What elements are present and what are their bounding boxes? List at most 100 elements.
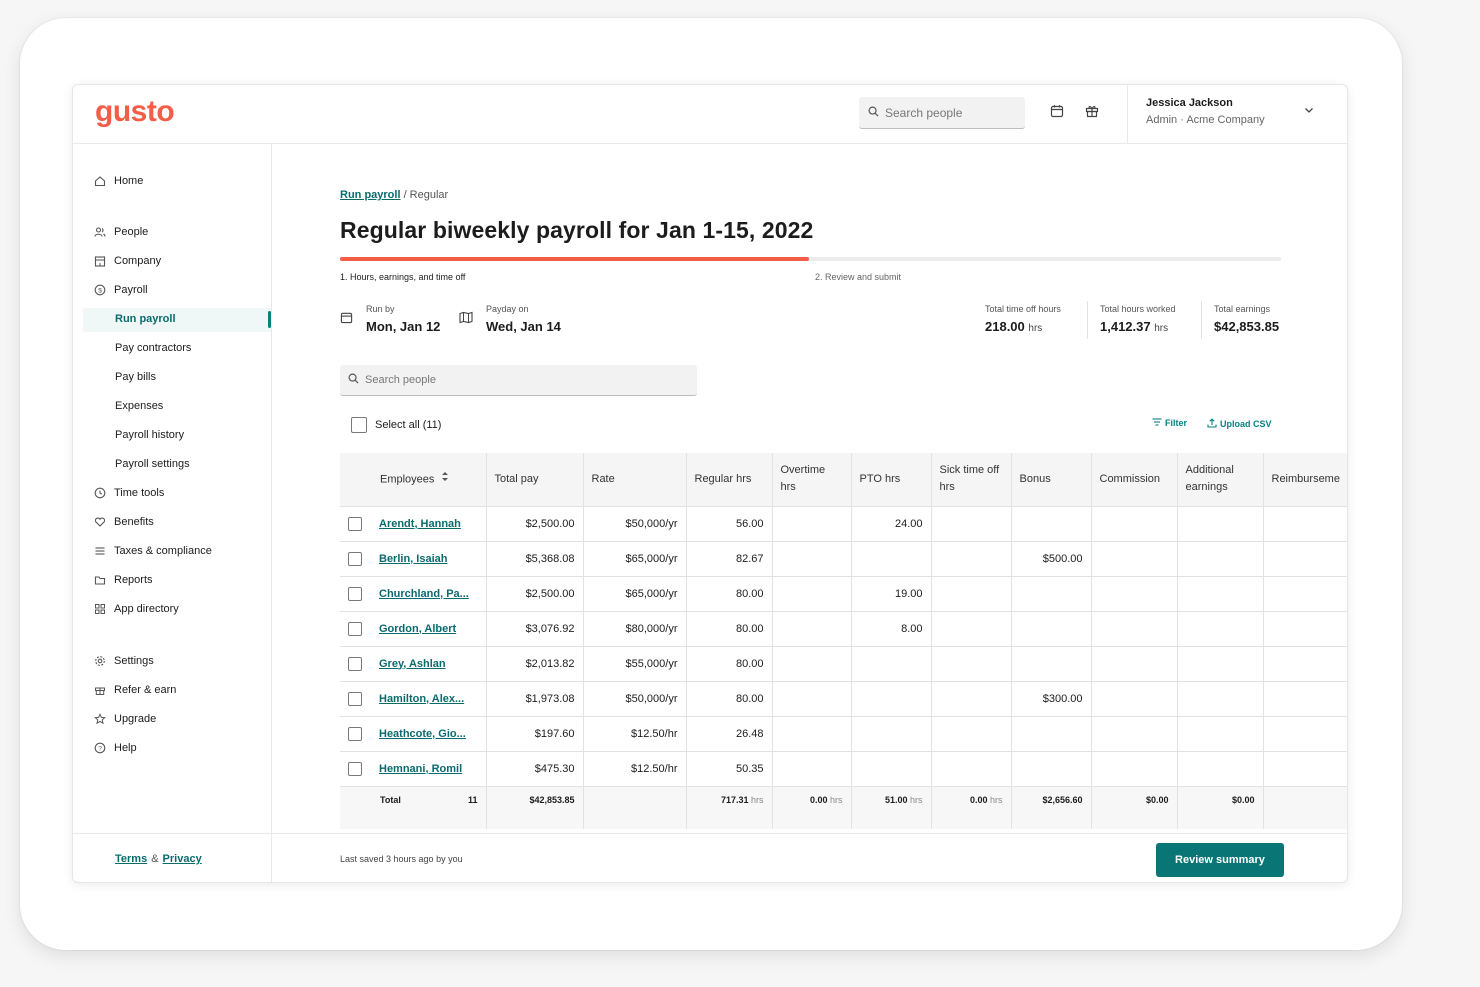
cell-sick-hrs[interactable] [931, 681, 1012, 717]
cell-bonus[interactable] [1011, 646, 1092, 682]
employee-name-link[interactable]: Gordon, Albert [379, 623, 456, 635]
cell-sick-hrs[interactable] [931, 751, 1012, 787]
cell-regular-hrs[interactable]: 26.48 [686, 716, 773, 752]
cell-regular-hrs[interactable]: 50.35 [686, 751, 773, 787]
cell-sick-hrs[interactable] [931, 716, 1012, 752]
sidebar-item-benefits[interactable]: Benefits [93, 512, 154, 532]
cell-additional-earnings[interactable] [1177, 506, 1264, 542]
sidebar-item-payroll[interactable]: $ Payroll [93, 280, 148, 300]
cell-commission[interactable] [1091, 751, 1178, 787]
cell-overtime-hrs[interactable] [772, 541, 852, 577]
select-all-checkbox[interactable] [351, 417, 367, 433]
row-checkbox[interactable] [348, 691, 362, 706]
cell-bonus[interactable] [1011, 611, 1092, 647]
cell-bonus[interactable] [1011, 751, 1092, 787]
cell-commission[interactable] [1091, 611, 1178, 647]
privacy-link[interactable]: Privacy [163, 853, 202, 865]
cell-additional-earnings[interactable] [1177, 611, 1264, 647]
cell-commission[interactable] [1091, 506, 1178, 542]
cell-pto-hrs[interactable] [851, 646, 932, 682]
sidebar-subitem-run-payroll[interactable]: Run payroll [115, 309, 176, 329]
chevron-down-icon[interactable] [1303, 103, 1315, 121]
cell-regular-hrs[interactable]: 82.67 [686, 541, 773, 577]
cell-additional-earnings[interactable] [1177, 751, 1264, 787]
cell-reimbursement[interactable] [1263, 506, 1347, 542]
cell-overtime-hrs[interactable] [772, 646, 852, 682]
cell-regular-hrs[interactable]: 80.00 [686, 611, 773, 647]
row-checkbox[interactable] [348, 656, 362, 671]
cell-additional-earnings[interactable] [1177, 716, 1264, 752]
cell-commission[interactable] [1091, 646, 1178, 682]
sidebar-item-settings[interactable]: Settings [93, 651, 154, 671]
sidebar-subitem-pay-contractors[interactable]: Pay contractors [115, 338, 191, 358]
cell-bonus[interactable]: $500.00 [1011, 541, 1092, 577]
cell-overtime-hrs[interactable] [772, 611, 852, 647]
cell-overtime-hrs[interactable] [772, 506, 852, 542]
sidebar-subitem-payroll-settings[interactable]: Payroll settings [115, 454, 190, 474]
cell-reimbursement[interactable] [1263, 751, 1347, 787]
row-checkbox[interactable] [348, 551, 362, 566]
sidebar-item-time-tools[interactable]: Time tools [93, 483, 164, 503]
cell-additional-earnings[interactable] [1177, 681, 1264, 717]
cell-sick-hrs[interactable] [931, 611, 1012, 647]
cell-reimbursement[interactable] [1263, 541, 1347, 577]
cell-regular-hrs[interactable]: 80.00 [686, 681, 773, 717]
sidebar-item-upgrade[interactable]: Upgrade [93, 709, 156, 729]
sidebar-item-taxes[interactable]: Taxes & compliance [93, 541, 212, 561]
row-checkbox[interactable] [348, 586, 362, 601]
cell-sick-hrs[interactable] [931, 646, 1012, 682]
cell-commission[interactable] [1091, 541, 1178, 577]
terms-link[interactable]: Terms [115, 853, 147, 865]
cell-overtime-hrs[interactable] [772, 681, 852, 717]
cell-overtime-hrs[interactable] [772, 716, 852, 752]
sidebar-item-refer-earn[interactable]: Refer & earn [93, 680, 176, 700]
gusto-logo[interactable]: gusto [95, 95, 175, 129]
cell-reimbursement[interactable] [1263, 646, 1347, 682]
sidebar-subitem-expenses[interactable]: Expenses [115, 396, 163, 416]
column-header-employees[interactable]: Employees [340, 453, 487, 507]
cell-reimbursement[interactable] [1263, 716, 1347, 752]
people-search-input[interactable]: Search people [340, 365, 697, 396]
gift-icon[interactable] [1084, 103, 1100, 119]
sidebar-item-home[interactable]: Home [93, 171, 143, 191]
row-checkbox[interactable] [348, 516, 362, 531]
sidebar-subitem-pay-bills[interactable]: Pay bills [115, 367, 156, 387]
sidebar-item-help[interactable]: ? Help [93, 738, 137, 758]
cell-commission[interactable] [1091, 576, 1178, 612]
employee-name-link[interactable]: Heathcote, Gio... [379, 728, 466, 740]
user-name[interactable]: Jessica Jackson [1146, 97, 1233, 109]
employee-name-link[interactable]: Grey, Ashlan [379, 658, 446, 670]
header-search-input[interactable]: Search people [859, 97, 1025, 129]
cell-overtime-hrs[interactable] [772, 751, 852, 787]
cell-sick-hrs[interactable] [931, 506, 1012, 542]
cell-regular-hrs[interactable]: 80.00 [686, 576, 773, 612]
cell-overtime-hrs[interactable] [772, 576, 852, 612]
cell-pto-hrs[interactable] [851, 751, 932, 787]
cell-additional-earnings[interactable] [1177, 541, 1264, 577]
cell-bonus[interactable]: $300.00 [1011, 681, 1092, 717]
cell-pto-hrs[interactable] [851, 681, 932, 717]
cell-pto-hrs[interactable]: 19.00 [851, 576, 932, 612]
filter-button[interactable]: Filter [1152, 418, 1187, 428]
sidebar-item-company[interactable]: Company [93, 251, 161, 271]
sidebar-item-reports[interactable]: Reports [93, 570, 153, 590]
cell-additional-earnings[interactable] [1177, 576, 1264, 612]
cell-regular-hrs[interactable]: 56.00 [686, 506, 773, 542]
sidebar-item-people[interactable]: People [93, 222, 148, 242]
cell-bonus[interactable] [1011, 576, 1092, 612]
cell-bonus[interactable] [1011, 506, 1092, 542]
row-checkbox[interactable] [348, 726, 362, 741]
sidebar-subitem-payroll-history[interactable]: Payroll history [115, 425, 184, 445]
employee-name-link[interactable]: Churchland, Pa... [379, 588, 469, 600]
row-checkbox[interactable] [348, 621, 362, 636]
sort-icon[interactable] [441, 471, 449, 488]
employee-name-link[interactable]: Berlin, Isaiah [379, 553, 447, 565]
cell-sick-hrs[interactable] [931, 541, 1012, 577]
cell-reimbursement[interactable] [1263, 576, 1347, 612]
cell-reimbursement[interactable] [1263, 681, 1347, 717]
cell-additional-earnings[interactable] [1177, 646, 1264, 682]
sidebar-item-app-directory[interactable]: App directory [93, 599, 179, 619]
employee-name-link[interactable]: Hamilton, Alex... [379, 693, 464, 705]
upload-csv-button[interactable]: Upload CSV [1207, 418, 1272, 430]
cell-pto-hrs[interactable]: 24.00 [851, 506, 932, 542]
